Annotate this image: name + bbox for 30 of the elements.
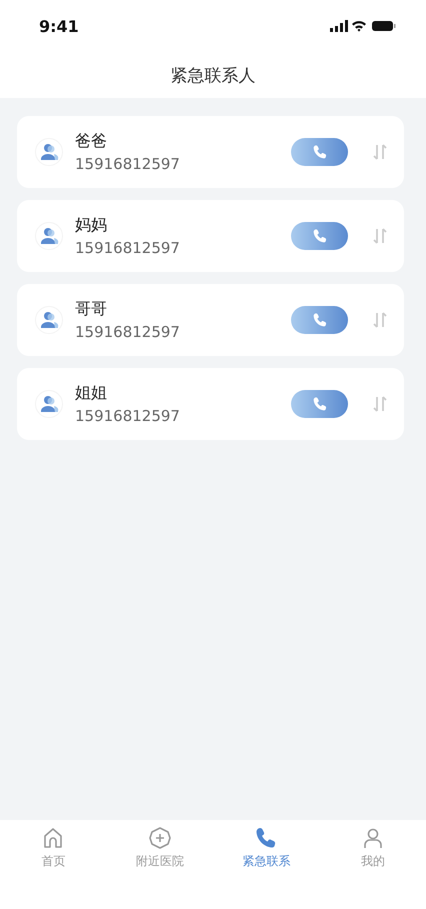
- phone-number: 15916812597: [75, 155, 181, 173]
- person-icon: [35, 222, 63, 250]
- phone-icon: [312, 312, 328, 328]
- contact-name: 爸爸: [75, 131, 108, 152]
- tab-item[interactable]: 紧急联系: [213, 826, 320, 870]
- contact-name: 妈妈: [75, 215, 108, 236]
- call-button[interactable]: [291, 390, 348, 418]
- phone-icon: [312, 228, 328, 244]
- person-icon: [35, 138, 63, 166]
- phone-number: 15916812597: [75, 323, 181, 341]
- contact-name: 姐姐: [75, 383, 108, 404]
- phone-number: 15916812597: [75, 239, 181, 257]
- battery-icon: [372, 21, 396, 31]
- phone-number: 15916812597: [75, 407, 181, 425]
- plus-icon: [148, 826, 172, 850]
- person-icon: [35, 306, 63, 334]
- tab-item[interactable]: 首页: [0, 826, 106, 870]
- signal-icon: [330, 20, 348, 32]
- contact-name: 哥哥: [75, 299, 108, 320]
- tab-item[interactable]: 附近医院: [106, 826, 213, 870]
- phone-icon: [312, 396, 328, 412]
- page-title: 紧急联系人: [170, 64, 256, 88]
- person-icon: [35, 390, 63, 418]
- tab-item[interactable]: 我的: [320, 826, 426, 870]
- wifi-icon: [352, 21, 366, 32]
- call-button[interactable]: [291, 138, 348, 166]
- call-button[interactable]: [291, 222, 348, 250]
- call-button[interactable]: [291, 306, 348, 334]
- status-time: 9:41: [39, 16, 79, 36]
- phone-icon: [312, 144, 328, 160]
